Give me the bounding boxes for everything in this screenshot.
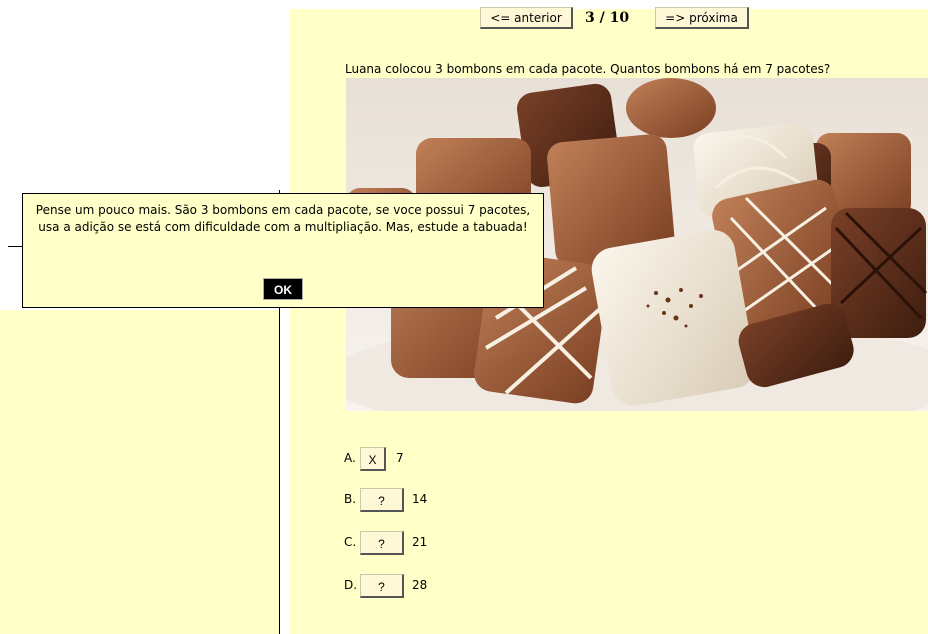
option-value: 21	[412, 535, 428, 549]
option-letter: A.	[344, 451, 356, 465]
previous-button[interactable]: <= anterior	[480, 7, 573, 29]
next-button[interactable]: => próxima	[655, 7, 749, 29]
ok-button[interactable]: OK	[263, 278, 303, 300]
option-c-button[interactable]: ?	[360, 531, 404, 555]
option-letter: D.	[344, 578, 358, 592]
option-letter: C.	[344, 535, 357, 549]
option-value: 14	[412, 492, 428, 506]
option-a-button[interactable]: X	[360, 447, 386, 471]
option-b-button[interactable]: ?	[360, 488, 404, 512]
question-text: Luana colocou 3 bombons em cada pacote. …	[345, 62, 831, 76]
option-letter: B.	[344, 492, 357, 506]
left-panel	[0, 310, 280, 634]
option-value: 7	[396, 451, 404, 465]
dialog-connector-line	[8, 246, 22, 247]
dialog-message: Pense um pouco mais. São 3 bombons em ca…	[35, 203, 531, 234]
question-counter: 3 / 10	[585, 10, 630, 26]
feedback-dialog: Pense um pouco mais. São 3 bombons em ca…	[22, 193, 544, 308]
option-value: 28	[412, 578, 428, 592]
option-d-button[interactable]: ?	[360, 574, 404, 598]
